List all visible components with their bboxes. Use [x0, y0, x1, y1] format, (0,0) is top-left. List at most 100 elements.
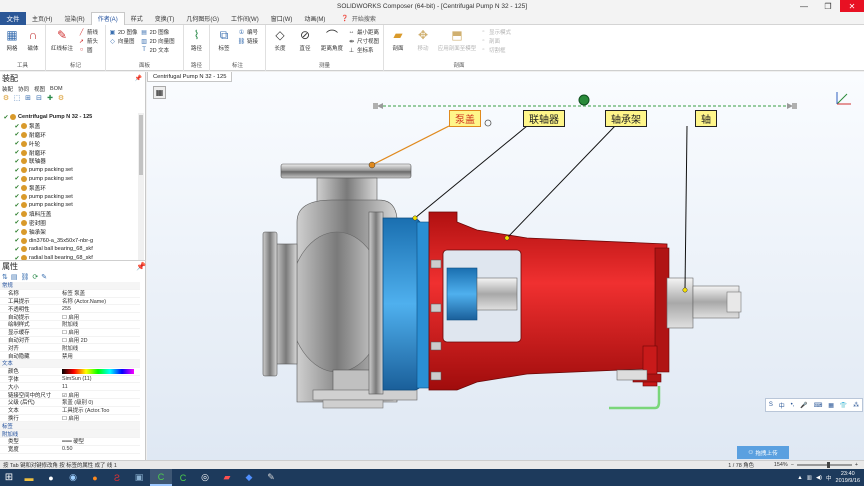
tree-item[interactable]: ✔ pump packing set	[0, 166, 138, 175]
visibility-checkbox[interactable]: ✔	[14, 185, 20, 191]
property-value[interactable]: ━━━ 硬型	[62, 437, 140, 445]
tree-item[interactable]: ✔ pump packing set	[0, 201, 138, 210]
ime-logo-icon[interactable]: S	[769, 402, 773, 408]
property-value[interactable]: SimSun (11)	[62, 376, 140, 382]
property-value[interactable]: 泵盖 (级别 0)	[62, 398, 140, 406]
dimension-line[interactable]	[373, 94, 797, 109]
pin-icon[interactable]: 📌	[135, 75, 145, 82]
grid-button[interactable]: ▦ 网格	[3, 28, 21, 52]
visibility-checkbox[interactable]: ✔	[14, 194, 20, 200]
callout-shaft[interactable]: 轴	[695, 110, 717, 127]
tree-item[interactable]: ✔ 联轴器	[0, 157, 138, 166]
zoom-in-icon[interactable]: +	[855, 462, 858, 468]
callout-pump-cover[interactable]: 泵盖	[449, 110, 481, 127]
tab-home[interactable]: 主页(H)	[26, 12, 58, 25]
tree-scrollbar-thumb[interactable]	[139, 115, 143, 175]
property-value[interactable]: 255	[62, 306, 140, 312]
subtab-assembly[interactable]: 装配	[2, 85, 13, 93]
microphone-icon[interactable]: 🎤	[800, 402, 807, 409]
toolbox-icon[interactable]: ▦	[828, 402, 834, 409]
taskbar-firefox[interactable]: ●	[84, 469, 106, 486]
property-value[interactable]: ☐ 启用	[62, 328, 140, 336]
property-value[interactable]: 标签 泵盖	[62, 289, 140, 297]
property-value[interactable]: 附加线	[62, 344, 140, 352]
more-icon[interactable]: ⁂	[853, 402, 859, 409]
visibility-checkbox[interactable]: ✔	[14, 246, 20, 253]
3d-viewport[interactable]: Centrifugal Pump N 32 - 125 ▦ 泵盖 联轴器 轴承架…	[147, 72, 864, 460]
property-value[interactable]: ☑ 启用	[62, 391, 140, 399]
2d-text-button[interactable]: T 2D 文本	[141, 46, 175, 54]
taskbar-folder[interactable]: ▬	[18, 469, 40, 486]
skin-icon[interactable]: 👕	[840, 402, 847, 409]
arrow-button[interactable]: ➚ 箭头	[78, 37, 98, 46]
subtab-views[interactable]: 视图	[34, 85, 45, 93]
taskbar-app-5[interactable]: ◎	[194, 469, 216, 486]
visibility-checkbox[interactable]: ✔	[14, 150, 20, 156]
2d-image-button[interactable]: ▤ 2D 图像	[141, 28, 175, 37]
subtab-bom[interactable]: BOM	[50, 86, 63, 92]
network-icon[interactable]: ▥	[807, 475, 812, 481]
visibility-checkbox[interactable]: ✔	[14, 220, 20, 226]
visibility-checkbox[interactable]: ✔	[14, 202, 20, 209]
settings-icon[interactable]: ⚙	[57, 94, 65, 102]
redline-button[interactable]: ✎ 红线标注	[49, 28, 75, 52]
zoom-out-icon[interactable]: −	[791, 462, 794, 468]
tree-item[interactable]: ✔ 叶轮	[0, 139, 138, 148]
visibility-checkbox[interactable]: ✔	[14, 158, 20, 165]
property-value[interactable]: ☐ 启用	[62, 414, 140, 422]
clock[interactable]: 23:40 2019/9/16	[836, 471, 860, 484]
label-button[interactable]: ⧉ 标签	[213, 28, 235, 53]
maximize-button[interactable]: ❐	[816, 0, 840, 12]
visibility-checkbox[interactable]: ✔	[14, 141, 20, 147]
visibility-checkbox[interactable]: ✔	[14, 211, 20, 218]
search-box[interactable]: ❓ 开始搜索	[341, 14, 376, 23]
property-value[interactable]: ☐ 启用	[62, 313, 140, 321]
number-button[interactable]: ① 编号	[238, 28, 258, 37]
tree-item[interactable]: ✔ pump packing set	[0, 192, 138, 201]
property-value[interactable]: 工具提示 (Actor.Too	[62, 406, 140, 414]
volume-icon[interactable]: ◀)	[816, 475, 822, 481]
visibility-checkbox[interactable]: ✔	[14, 132, 20, 138]
tree-item[interactable]: ✔ 泵盖	[0, 122, 138, 131]
tab-render[interactable]: 渲染(R)	[58, 12, 90, 25]
property-value[interactable]: 0.50	[62, 446, 140, 452]
tree-item[interactable]: ✔ 泵盖环	[0, 183, 138, 192]
tray-expand-icon[interactable]: ▲	[797, 475, 802, 481]
taskbar-app-8[interactable]: ✎	[260, 469, 282, 486]
property-value[interactable]: 名称 (Actor.Name)	[62, 297, 140, 305]
tree-item[interactable]: ✔ 耐磨环	[0, 131, 138, 140]
zoom-slider-knob[interactable]	[826, 462, 830, 468]
tree-item[interactable]: ✔ 轴承架	[0, 227, 138, 236]
tree-root-item[interactable]: ✔ Centrifugal Pump N 32 - 125	[0, 113, 138, 122]
tab-workshop[interactable]: 工作间(W)	[225, 12, 265, 25]
tree-item[interactable]: ✔ 耐磨环	[0, 148, 138, 157]
expand-icon[interactable]: ⊞	[24, 94, 32, 102]
section-button[interactable]: ▰ 剖面	[387, 28, 409, 52]
tab-style[interactable]: 样式	[125, 12, 149, 25]
tree-item[interactable]: ✔ pump packing set	[0, 175, 138, 184]
tab-author[interactable]: 作者(A)	[90, 11, 125, 25]
start-button[interactable]: ⊞	[0, 469, 18, 486]
selection-icon[interactable]: ⬚	[13, 94, 21, 102]
tab-window[interactable]: 窗口(W)	[265, 12, 299, 25]
property-value[interactable]: ☐ 启用 2D	[62, 336, 140, 344]
taskbar-app-4[interactable]: C	[172, 469, 194, 486]
file-menu-button[interactable]: 文件	[0, 11, 26, 25]
callout-bearing-frame[interactable]: 轴承架	[605, 110, 647, 127]
diameter-button[interactable]: ⊘ 直径	[294, 28, 316, 52]
visibility-checkbox[interactable]: ✔	[14, 176, 20, 182]
taskbar-app-2[interactable]: ◉	[62, 469, 84, 486]
taskbar-app-3[interactable]: ▣	[128, 469, 150, 486]
tree-item[interactable]: ✔ 密封圈	[0, 219, 138, 228]
image-button[interactable]: ▣ 2D 图像	[109, 28, 138, 37]
tree-scrollbar[interactable]	[138, 113, 144, 261]
edit-icon[interactable]: ✎	[41, 273, 47, 281]
zoom-slider[interactable]	[796, 462, 852, 468]
arrow-line-button[interactable]: ╱ 箭线	[78, 28, 98, 37]
distance-angle-button[interactable]: ⌒ 距离角度	[319, 28, 345, 53]
path-button[interactable]: ⌇ 路径	[187, 28, 206, 52]
taskbar-app-7[interactable]: ◆	[238, 469, 260, 486]
keyboard-icon[interactable]: ⌨	[814, 402, 823, 409]
ime-lang-toggle[interactable]: 中	[779, 401, 785, 410]
tree-item[interactable]: ✔ din3760-a_35x50x7-nbr-g	[0, 236, 138, 245]
